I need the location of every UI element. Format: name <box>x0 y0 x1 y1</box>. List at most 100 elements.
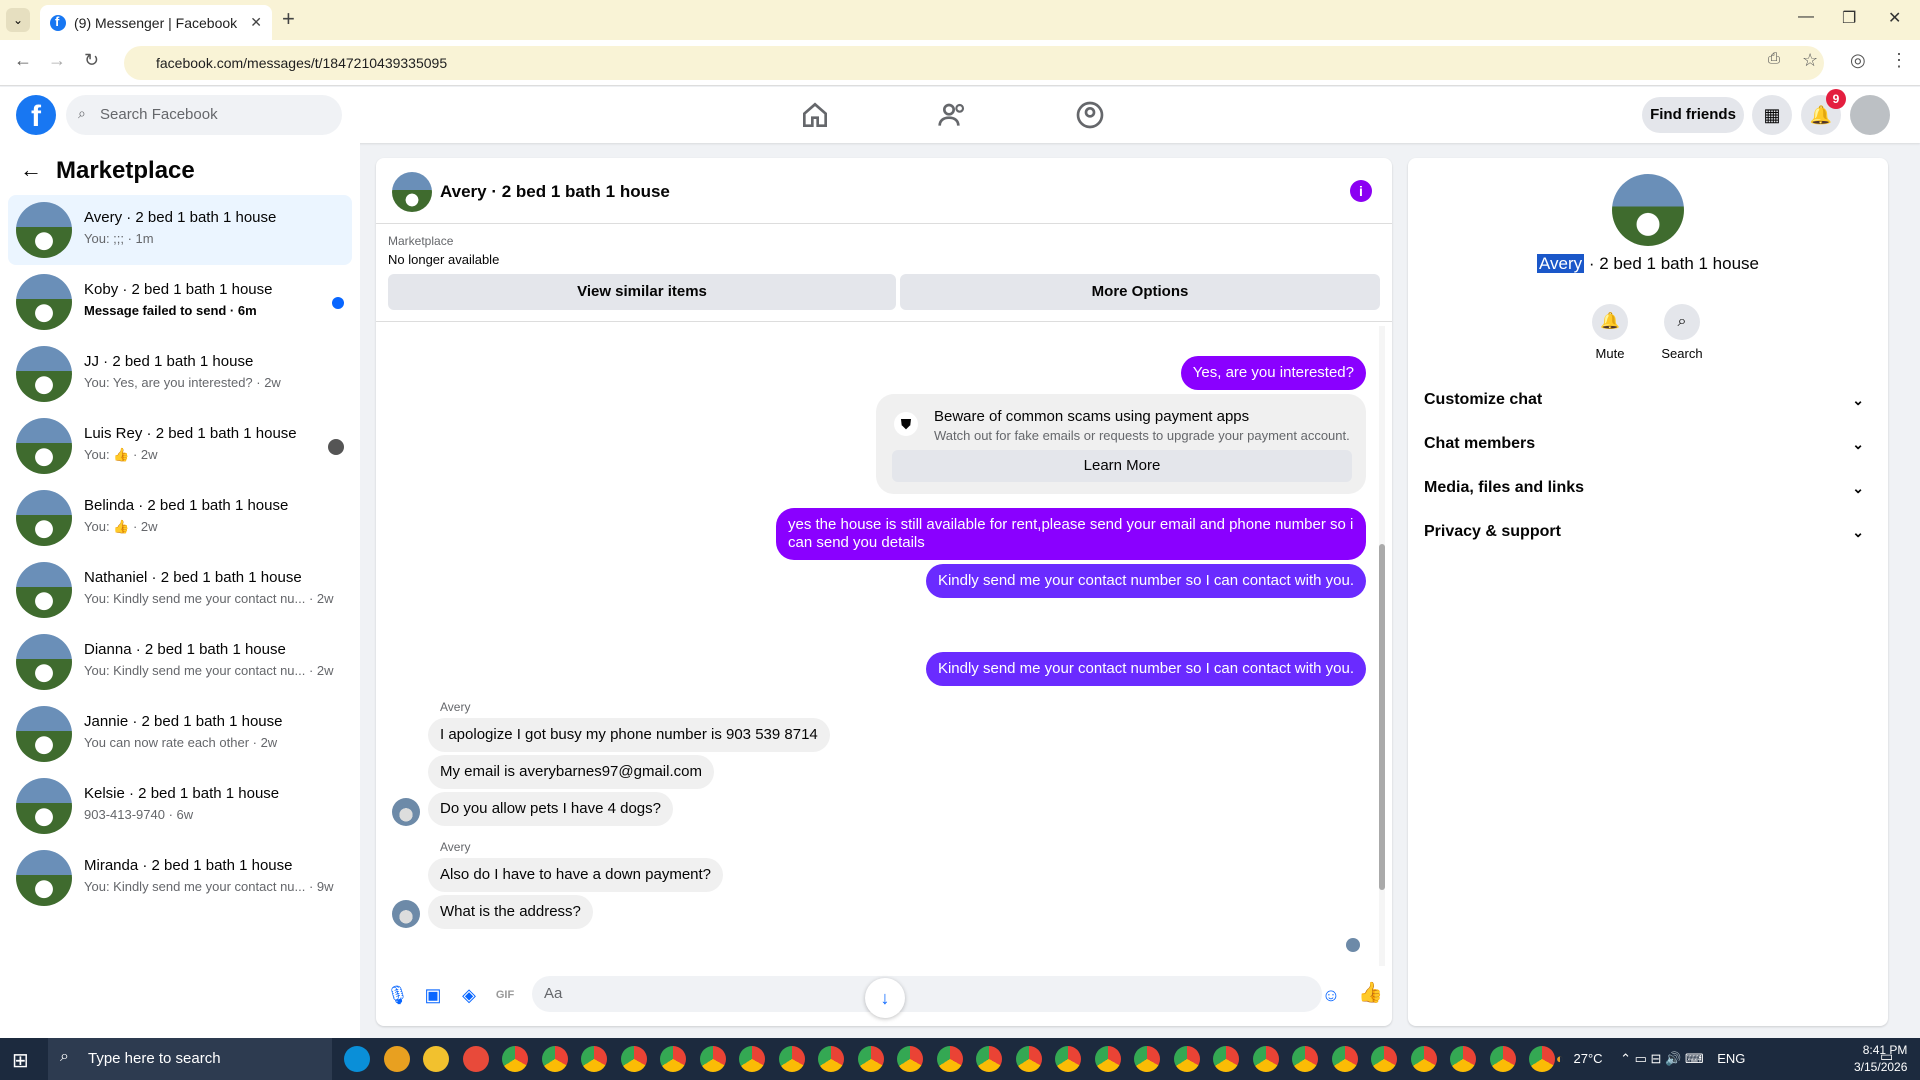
chrome-window-icon[interactable] <box>660 1046 686 1072</box>
media-files-links-row[interactable]: Media, files and links ⌄ <box>1424 466 1872 510</box>
back-icon[interactable]: ← <box>14 50 32 71</box>
account-avatar[interactable] <box>1850 95 1890 135</box>
scrollbar-thumb[interactable] <box>1379 544 1385 890</box>
chrome-window-icon[interactable] <box>976 1046 1002 1072</box>
chrome-window-icon[interactable] <box>1489 1046 1516 1072</box>
chrome-window-icon[interactable] <box>857 1046 884 1072</box>
weather-icon[interactable]: ◐ <box>1556 1051 1564 1066</box>
chrome-window-icon[interactable] <box>1055 1046 1081 1072</box>
conversation-item[interactable]: Nathaniel · 2 bed 1 bath 1 house You: Kin… <box>8 555 352 625</box>
outgoing-message[interactable]: Kindly send me your contact number so I … <box>925 652 1366 686</box>
incoming-message[interactable]: I apologize I got busy my phone number i… <box>428 718 830 752</box>
chrome-window-icon[interactable] <box>936 1046 963 1072</box>
chrome-window-icon[interactable] <box>1529 1046 1555 1072</box>
taskbar-app-icon[interactable] <box>344 1046 370 1072</box>
chrome-window-icon[interactable] <box>1015 1046 1042 1072</box>
forward-icon[interactable]: → <box>48 50 66 71</box>
chrome-window-icon[interactable] <box>581 1046 607 1072</box>
outgoing-message[interactable]: Yes, are you interested? <box>1180 356 1366 390</box>
incoming-message[interactable]: Do you allow pets I have 4 dogs? <box>428 792 673 826</box>
info-icon[interactable]: i <box>1350 180 1372 202</box>
microphone-icon[interactable]: 🎙 <box>386 984 409 1006</box>
profile-icon[interactable]: ◎ <box>1850 50 1866 71</box>
windows-start-icon[interactable]: ⊞ <box>12 1048 29 1073</box>
message-input[interactable]: Aa <box>532 976 1322 1012</box>
language-indicator[interactable]: ENG <box>1717 1051 1745 1066</box>
chat-members-row[interactable]: Chat members ⌄ <box>1424 422 1872 466</box>
chrome-window-icon[interactable] <box>1371 1046 1397 1072</box>
outgoing-message[interactable]: Kindly send me your contact number so I … <box>925 564 1366 598</box>
chrome-window-icon[interactable] <box>502 1046 528 1072</box>
tab-close-icon[interactable]: ✕ <box>250 14 262 31</box>
chrome-window-icon[interactable] <box>1331 1046 1358 1072</box>
restore-icon[interactable]: ❐ <box>1842 8 1856 28</box>
incoming-message[interactable]: Also do I have to have a down payment? <box>428 858 724 892</box>
chrome-window-icon[interactable] <box>739 1046 765 1072</box>
chrome-window-icon[interactable] <box>1213 1046 1239 1072</box>
chrome-window-icon[interactable] <box>1410 1046 1437 1072</box>
learn-more-button[interactable]: Learn More <box>892 450 1352 482</box>
menu-icon[interactable]: ⋮ <box>1890 50 1908 71</box>
home-icon[interactable] <box>799 99 831 131</box>
mute-button[interactable]: 🔔 Mute <box>1580 304 1640 361</box>
privacy-support-row[interactable]: Privacy & support ⌄ <box>1424 510 1872 554</box>
view-similar-items-button[interactable]: View similar items <box>388 274 896 310</box>
chrome-window-icon[interactable] <box>1134 1046 1160 1072</box>
sticker-icon[interactable]: ◈ <box>458 984 480 1006</box>
taskbar-app-icon[interactable] <box>462 1046 489 1072</box>
details-avatar[interactable] <box>1612 174 1684 246</box>
chrome-window-icon[interactable] <box>699 1046 726 1072</box>
chrome-window-icon[interactable] <box>541 1046 568 1072</box>
chat-avatar[interactable] <box>392 172 432 212</box>
chat-title[interactable]: Avery · 2 bed 1 bath 1 house <box>440 182 670 202</box>
reload-icon[interactable]: ↻ <box>84 50 99 71</box>
search-button[interactable]: ⌕ Search <box>1652 304 1712 361</box>
chrome-window-icon[interactable] <box>1292 1046 1318 1072</box>
chrome-window-icon[interactable] <box>1450 1046 1476 1072</box>
tab-list-button[interactable]: ⌄ <box>6 8 30 32</box>
new-tab-icon[interactable]: + <box>282 6 295 32</box>
scroll-to-bottom-icon[interactable]: ↓ <box>865 978 905 1018</box>
chrome-window-icon[interactable] <box>1173 1046 1200 1072</box>
customize-chat-row[interactable]: Customize chat ⌄ <box>1424 378 1872 422</box>
temperature[interactable]: 27°C <box>1573 1051 1602 1066</box>
notification-center-icon[interactable]: ▭ <box>1880 1048 1893 1065</box>
gif-icon[interactable]: GIF <box>494 984 516 1006</box>
back-arrow-icon[interactable]: ← <box>20 157 42 183</box>
incoming-message[interactable]: What is the address? <box>428 895 593 929</box>
chrome-window-icon[interactable] <box>778 1046 805 1072</box>
minimize-icon[interactable]: — <box>1798 8 1814 26</box>
chrome-window-icon[interactable] <box>818 1046 844 1072</box>
tray-icons[interactable]: ⌃ ▭ ⊟ 🔊 ⌨ <box>1620 1051 1703 1066</box>
conversation-item[interactable]: Jannie · 2 bed 1 bath 1 house You can now… <box>8 699 352 769</box>
conversation-item[interactable]: Luis Rey · 2 bed 1 bath 1 house You: 👍 · … <box>8 411 352 481</box>
bookmark-star-icon[interactable]: ☆ <box>1802 50 1818 71</box>
menu-grid-icon[interactable]: ▦ <box>1752 95 1792 135</box>
conversation-item[interactable]: Kelsie · 2 bed 1 bath 1 house 903-413-974… <box>8 771 352 841</box>
photo-icon[interactable]: ▣ <box>422 984 444 1006</box>
conversation-item[interactable]: Dianna · 2 bed 1 bath 1 house You: Kindly… <box>8 627 352 697</box>
taskbar-app-icon[interactable] <box>383 1046 410 1072</box>
conversation-item[interactable]: JJ · 2 bed 1 bath 1 house You: Yes, are y… <box>8 339 352 409</box>
close-window-icon[interactable]: ✕ <box>1888 8 1901 28</box>
find-friends-button[interactable]: Find friends <box>1642 97 1744 133</box>
groups-icon[interactable] <box>1074 99 1106 131</box>
search-facebook-input[interactable]: Search Facebook <box>66 95 342 135</box>
conversation-item[interactable]: Koby · 2 bed 1 bath 1 house Message faile… <box>8 267 352 337</box>
conversation-item[interactable]: Miranda · 2 bed 1 bath 1 house You: Kindl… <box>8 843 352 913</box>
thumbs-up-icon[interactable]: 👍 <box>1358 982 1383 1004</box>
facebook-logo[interactable]: f <box>16 95 56 135</box>
taskbar-search-input[interactable]: Type here to search <box>48 1038 332 1080</box>
chrome-window-icon[interactable] <box>897 1046 923 1072</box>
chrome-window-icon[interactable] <box>1094 1046 1121 1072</box>
chrome-window-icon[interactable] <box>620 1046 647 1072</box>
url-field[interactable]: facebook.com/messages/t/1847210439335095 <box>124 46 1824 80</box>
incoming-message[interactable]: My email is averybarnes97@gmail.com <box>428 755 714 789</box>
install-app-icon[interactable]: ⎙ <box>1768 50 1780 67</box>
friends-icon[interactable] <box>937 99 969 131</box>
taskbar-app-icon[interactable] <box>423 1046 449 1072</box>
chrome-window-icon[interactable] <box>1252 1046 1279 1072</box>
conversation-item[interactable]: Belinda · 2 bed 1 bath 1 house You: 👍 · 2… <box>8 483 352 553</box>
outgoing-message[interactable]: yes the house is still available for ren… <box>776 508 1366 560</box>
browser-tab[interactable]: (9) Messenger | Facebook ✕ <box>40 5 272 40</box>
